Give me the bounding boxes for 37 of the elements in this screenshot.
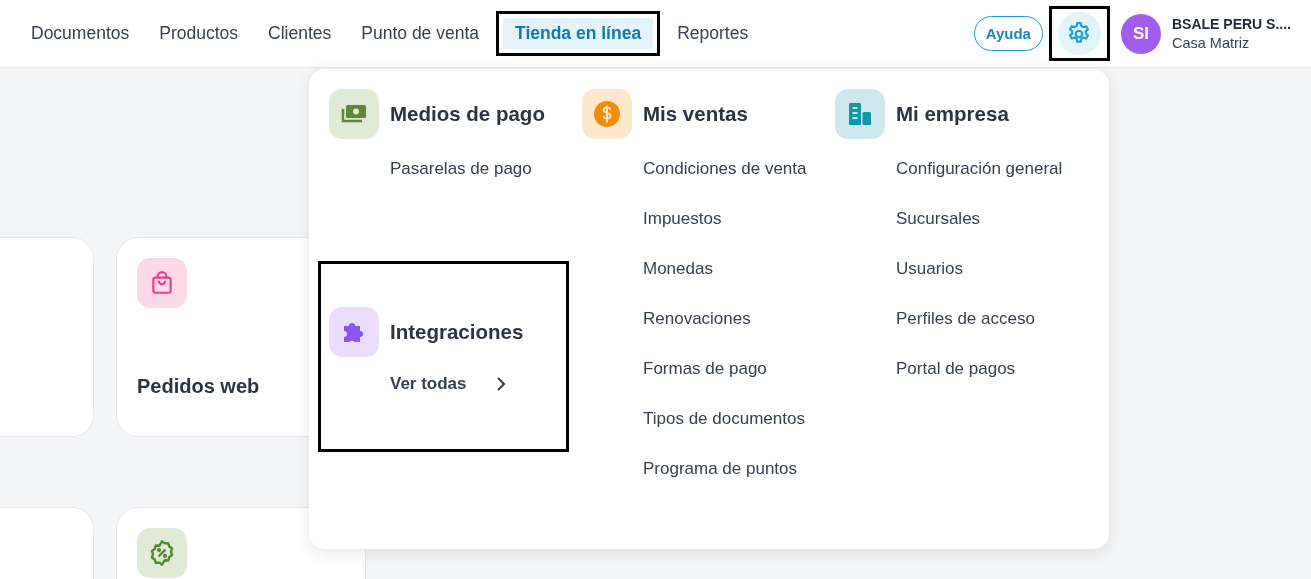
card-title: Pedidos web [137, 375, 261, 398]
menu-item[interactable]: Monedas [582, 244, 832, 294]
menu-item[interactable]: Sucursales [835, 194, 1085, 244]
menu-item[interactable]: Formas de pago [582, 344, 832, 394]
nav-tab[interactable]: Reportes [662, 11, 764, 56]
menu-item[interactable]: Renovaciones [582, 294, 832, 344]
menu-item[interactable]: Portal de pagos [835, 344, 1085, 394]
nav-tab[interactable]: Productos [144, 11, 254, 56]
menu-item[interactable]: Condiciones de venta [582, 144, 832, 194]
view-all-link[interactable]: Ver todas [390, 374, 506, 394]
avatar[interactable]: SI [1120, 13, 1161, 54]
cash-icon [329, 89, 379, 139]
menu-item[interactable]: Configuración general [835, 144, 1085, 194]
menu-item[interactable]: Perfiles de acceso [835, 294, 1085, 344]
menu-item[interactable]: Pasarelas de pago [329, 144, 579, 194]
section-title: Integraciones [390, 320, 524, 344]
menu-item[interactable]: Tipos de documentos [582, 394, 832, 444]
section-title: Mis ventas [643, 102, 748, 126]
chevron-right-icon [495, 376, 506, 392]
nav-tab[interactable]: Tienda en línea [496, 11, 661, 56]
nav-tab[interactable]: Documentos [16, 11, 145, 56]
menu-item[interactable]: Programa de puntos [582, 444, 832, 494]
puzzle-icon [329, 307, 379, 357]
section-title: Mi empresa [896, 102, 1009, 126]
shopping-bag-icon [137, 258, 187, 308]
section-title: Medios de pago [390, 102, 545, 126]
discount-badge-icon [137, 528, 187, 578]
building-icon [835, 89, 885, 139]
settings-button[interactable] [1048, 6, 1110, 61]
nav-tab[interactable]: Punto de venta [346, 11, 494, 56]
branch-name: Casa Matriz [1171, 35, 1251, 51]
menu-item[interactable]: Usuarios [835, 244, 1085, 294]
menu-item[interactable]: Impuestos [582, 194, 832, 244]
help-button[interactable]: Ayuda [973, 16, 1043, 51]
dollar-coin-icon [582, 89, 632, 139]
nav-tab[interactable]: Clientes [253, 11, 347, 56]
company-name: BSALE PERU S.... [1171, 16, 1291, 32]
